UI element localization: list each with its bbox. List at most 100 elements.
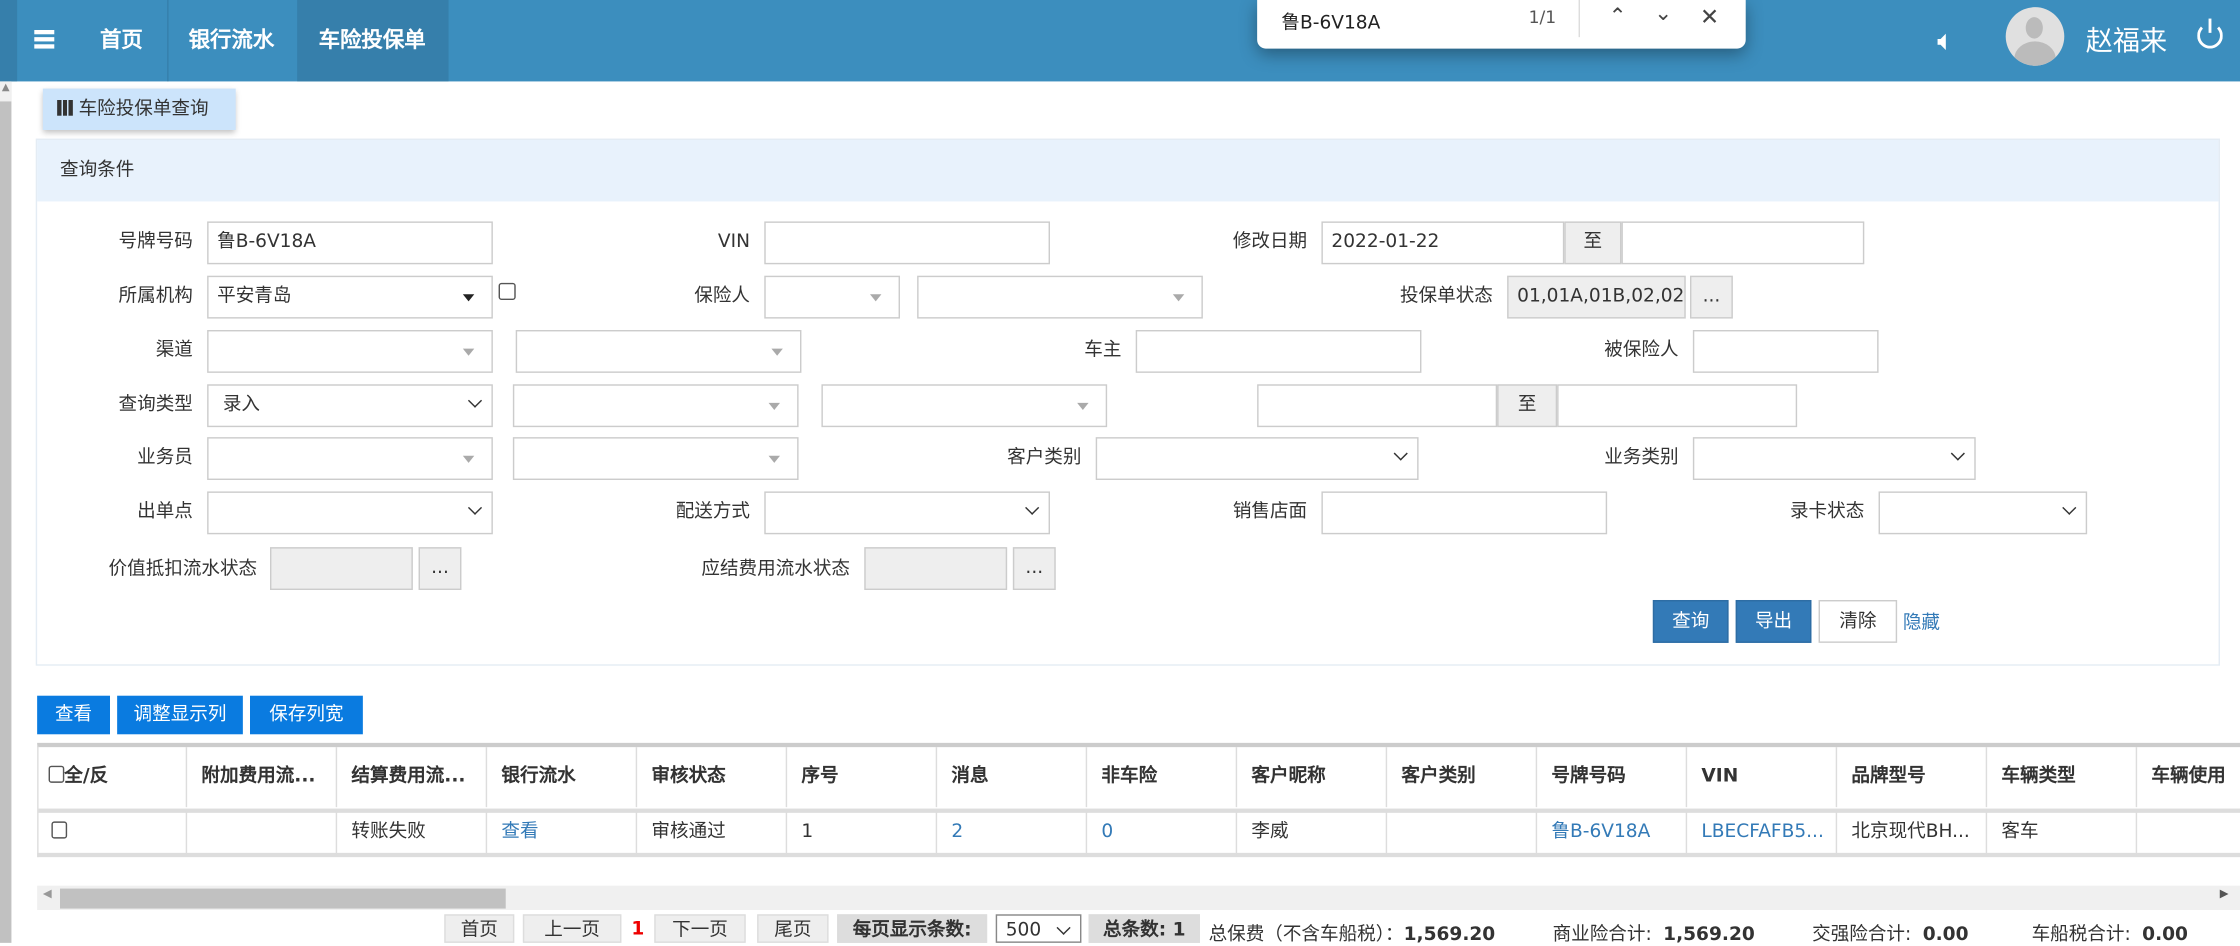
commercial-value: 1,569.20 bbox=[1663, 924, 1755, 946]
org-checkbox[interactable] bbox=[498, 282, 516, 300]
table-cell[interactable]: 查看 bbox=[487, 811, 638, 855]
avatar[interactable] bbox=[2005, 7, 2065, 66]
last-page-button[interactable]: 尾页 bbox=[757, 914, 829, 943]
current-page: 1 bbox=[631, 918, 645, 940]
hide-link[interactable]: 隐藏 bbox=[1903, 607, 1940, 634]
policy-status-input[interactable]: 01,01A,01B,02,02 bbox=[1507, 275, 1686, 319]
issue-point-select[interactable] bbox=[207, 491, 493, 535]
compulsory-label: 交强险合计: bbox=[1812, 924, 1912, 946]
save-column-width-button[interactable]: 保存列宽 bbox=[249, 695, 363, 735]
column-header[interactable]: 非车险 bbox=[1087, 747, 1238, 808]
store-label: 销售店面 bbox=[1232, 501, 1308, 523]
table-cell[interactable]: LBECFAFB5... bbox=[1687, 811, 1838, 855]
plate-label: 号牌号码 bbox=[118, 231, 193, 253]
plate-input[interactable]: 鲁B-6V18A bbox=[207, 221, 493, 265]
column-header[interactable]: 品牌型号 bbox=[1837, 747, 1988, 808]
per-page-select[interactable]: 500 bbox=[995, 914, 1082, 943]
insurer-select-2[interactable] bbox=[917, 275, 1203, 319]
column-header[interactable]: 车辆使用 bbox=[2137, 747, 2240, 807]
column-header-label: 结算费用流... bbox=[351, 765, 466, 788]
card-status-select[interactable] bbox=[1878, 491, 2088, 535]
org-value: 平安青岛 bbox=[217, 285, 292, 308]
insured-input[interactable] bbox=[1692, 329, 1879, 373]
find-prev-icon[interactable]: ⌃ bbox=[1609, 3, 1627, 29]
power-icon[interactable] bbox=[2197, 18, 2223, 49]
find-close-icon[interactable]: ✕ bbox=[1700, 3, 1719, 30]
store-input[interactable] bbox=[1321, 491, 1608, 535]
column-header-label: 附加费用流... bbox=[201, 765, 316, 788]
channel-select-2[interactable] bbox=[515, 329, 802, 373]
value-flow-picker-button[interactable]: ... bbox=[418, 547, 462, 590]
clear-button[interactable]: 清除 bbox=[1818, 599, 1898, 643]
customer-type-select[interactable] bbox=[1095, 437, 1419, 480]
owner-input[interactable] bbox=[1135, 329, 1422, 373]
adjust-columns-button[interactable]: 调整显示列 bbox=[117, 695, 243, 735]
date-to-input[interactable] bbox=[1621, 221, 1865, 265]
left-scrollbar[interactable]: ▲ bbox=[0, 81, 12, 943]
query-type-select-3[interactable] bbox=[821, 384, 1108, 428]
range-from-input[interactable] bbox=[1257, 384, 1498, 428]
column-header[interactable]: 序号 bbox=[787, 747, 938, 808]
query-type-select[interactable]: 录入 bbox=[207, 384, 493, 428]
export-button[interactable]: 导出 bbox=[1735, 599, 1812, 643]
issue-point-label: 出单点 bbox=[137, 501, 193, 523]
fee-flow-picker-button[interactable]: ... bbox=[1012, 547, 1056, 590]
grid-icon bbox=[57, 99, 73, 116]
business-type-select[interactable] bbox=[1692, 437, 1976, 480]
vin-input[interactable] bbox=[764, 221, 1050, 265]
premium-label: 总保费（不含车船税）： bbox=[1208, 924, 1404, 946]
insured-label: 被保险人 bbox=[1604, 339, 1679, 362]
channel-select-1[interactable] bbox=[207, 329, 493, 373]
find-next-icon[interactable]: ⌄ bbox=[1654, 0, 1672, 26]
column-header[interactable]: 车辆类型 bbox=[1987, 747, 2138, 808]
user-name[interactable]: 赵福来 bbox=[2086, 20, 2167, 59]
fee-flow-input[interactable] bbox=[864, 547, 1008, 590]
vessel-tax-label: 车船税合计: bbox=[2031, 924, 2131, 946]
policy-query-tab-button[interactable]: 车险投保单查询 bbox=[42, 88, 236, 130]
table-cell[interactable]: 0 bbox=[1087, 811, 1238, 855]
column-header[interactable]: VIN bbox=[1687, 747, 1838, 808]
column-header-label: VIN bbox=[1701, 765, 1739, 788]
table-cell bbox=[2137, 811, 2240, 854]
horizontal-scrollbar[interactable]: ◀ ▶ bbox=[37, 885, 2240, 910]
tab-button-label: 车险投保单查询 bbox=[78, 98, 209, 120]
nav-policy[interactable]: 车险投保单 bbox=[297, 0, 449, 82]
column-header[interactable]: 附加费用流... bbox=[187, 747, 338, 808]
menu-icon[interactable] bbox=[34, 29, 55, 49]
view-button[interactable]: 查看 bbox=[37, 695, 110, 735]
org-select[interactable]: 平安青岛 bbox=[207, 275, 493, 319]
column-header[interactable]: 银行流水 bbox=[487, 747, 638, 808]
find-count: 1/1 bbox=[1528, 7, 1557, 28]
salesman-select-2[interactable] bbox=[512, 437, 799, 480]
nav-home[interactable]: 首页 bbox=[79, 0, 165, 81]
column-header[interactable]: 号牌号码 bbox=[1537, 747, 1688, 808]
per-page-label: 每页显示条数: bbox=[837, 914, 988, 943]
date-from-input[interactable]: 2022-01-22 bbox=[1321, 221, 1565, 265]
delivery-select[interactable] bbox=[764, 491, 1050, 535]
row-checkbox[interactable] bbox=[51, 821, 68, 839]
query-type-select-2[interactable] bbox=[512, 384, 799, 428]
column-header[interactable]: 审核状态 bbox=[637, 747, 788, 808]
table-cell[interactable]: 2 bbox=[937, 811, 1088, 855]
table-cell: 审核通过 bbox=[637, 811, 788, 855]
column-header[interactable]: 消息 bbox=[937, 747, 1088, 808]
prev-page-button[interactable]: 上一页 bbox=[522, 914, 622, 943]
select-all-checkbox[interactable] bbox=[48, 765, 65, 783]
column-header[interactable]: 全/反 bbox=[37, 747, 188, 808]
speaker-icon[interactable]: 🔈︎ bbox=[1937, 23, 1954, 57]
nav-bank-flow[interactable]: 银行流水 bbox=[167, 0, 296, 81]
value-flow-input[interactable] bbox=[269, 547, 413, 590]
search-button[interactable]: 查询 bbox=[1652, 599, 1729, 643]
scrollbar-thumb[interactable] bbox=[59, 888, 506, 909]
next-page-button[interactable]: 下一页 bbox=[654, 914, 746, 943]
policy-status-picker-button[interactable]: ... bbox=[1689, 275, 1733, 319]
column-header[interactable]: 结算费用流... bbox=[337, 747, 488, 808]
column-header[interactable]: 客户类别 bbox=[1387, 747, 1538, 808]
column-header[interactable]: 客户昵称 bbox=[1237, 747, 1388, 808]
range-to-input[interactable] bbox=[1557, 384, 1798, 428]
insurer-select-1[interactable] bbox=[764, 275, 900, 319]
find-input[interactable]: 鲁B-6V18A bbox=[1281, 7, 1380, 34]
first-page-button[interactable]: 首页 bbox=[444, 914, 515, 943]
salesman-select-1[interactable] bbox=[207, 437, 493, 480]
table-cell[interactable]: 鲁B-6V18A bbox=[1537, 811, 1688, 855]
